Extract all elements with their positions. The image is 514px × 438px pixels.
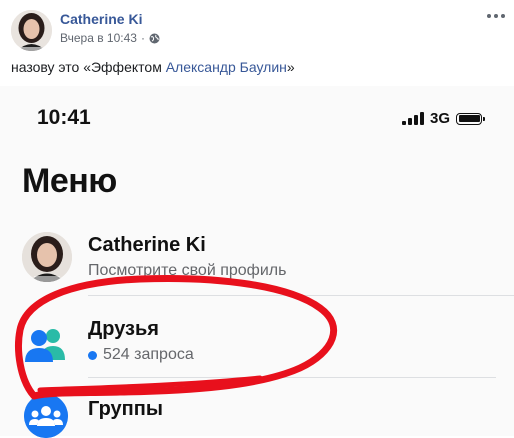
post-timestamp[interactable]: Вчера в 10:43: [60, 31, 137, 45]
friends-title: Друзья: [88, 318, 159, 340]
globe-icon[interactable]: [149, 33, 160, 44]
post-meta: Вчера в 10:43 ·: [60, 31, 160, 45]
groups-title: Группы: [88, 398, 163, 420]
mention-link[interactable]: Александр Баулин: [166, 59, 287, 75]
divider: [88, 377, 496, 378]
divider: [88, 295, 514, 296]
attached-screenshot[interactable]: 10:41 3G Меню Catherine Ki Посмотрите св…: [0, 86, 514, 438]
menu-item-groups[interactable]: Группы: [22, 394, 496, 438]
network-type: 3G: [430, 110, 451, 127]
menu-title: Меню: [22, 162, 117, 200]
post-header: Catherine Ki Вчера в 10:43 · назову это …: [0, 0, 514, 100]
profile-name: Catherine Ki: [88, 234, 206, 256]
signal-icon: [402, 112, 424, 125]
more-dot: [487, 14, 491, 18]
status-bar-time: 10:41: [37, 106, 91, 129]
status-bar-indicators: 3G: [402, 110, 486, 127]
profile-avatar: [22, 232, 72, 282]
author-avatar[interactable]: [11, 10, 52, 51]
friends-requests: 524 запроса: [88, 346, 194, 364]
post-text: назову это «Эффектом Александр Баулин»: [11, 59, 295, 75]
menu-item-profile[interactable]: Catherine Ki Посмотрите свой профиль: [22, 232, 496, 290]
post-text-after: »: [286, 59, 295, 75]
new-indicator-dot: [88, 350, 97, 360]
friends-icon: [24, 326, 68, 362]
groups-icon: [24, 394, 68, 438]
more-dot: [494, 14, 498, 18]
post-text-before: назову это «Эффектом: [11, 59, 166, 75]
menu-item-friends[interactable]: Друзья 524 запроса: [22, 318, 496, 376]
profile-subtitle: Посмотрите свой профиль: [88, 262, 287, 279]
friends-requests-label: 524 запроса: [103, 346, 194, 363]
more-dot: [501, 14, 505, 18]
post-author-name[interactable]: Catherine Ki: [60, 11, 142, 27]
battery-icon: [456, 112, 486, 125]
more-options-icon[interactable]: [484, 7, 508, 25]
meta-separator: ·: [140, 31, 145, 45]
